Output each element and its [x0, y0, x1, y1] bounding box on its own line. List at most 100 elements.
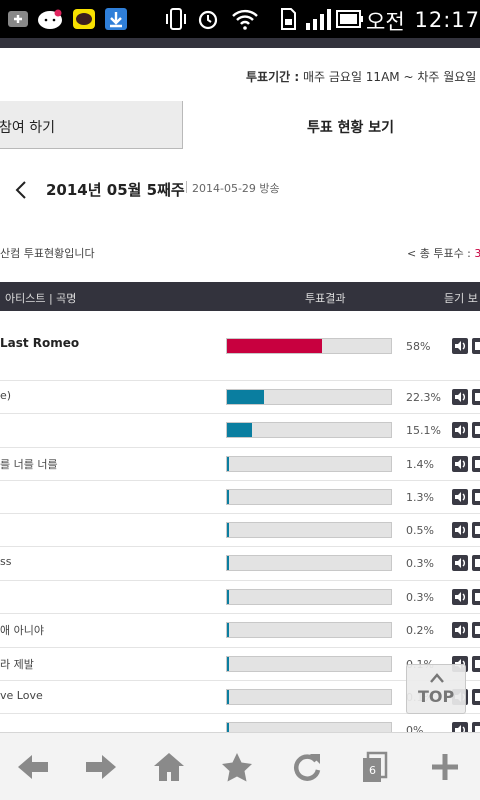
windows-icon[interactable]: 6 [358, 751, 392, 783]
listen-button[interactable] [452, 589, 468, 605]
vote-row: ss 0.3% [0, 547, 480, 581]
total-votes-label: < 총 투표수 : [407, 247, 471, 260]
vote-progress-fill [227, 590, 229, 604]
vote-row: e) 22.3% [0, 381, 480, 414]
song-title: 애 아니야 [0, 624, 44, 637]
vote-progress-bar [226, 389, 392, 405]
vote-percent: 0.3% [406, 557, 434, 570]
vote-percent: 1.4% [406, 458, 434, 471]
song-title: 를 너를 너를 [0, 458, 58, 471]
vote-progress-fill [227, 423, 252, 437]
add-tab-icon[interactable] [428, 751, 462, 783]
video-button[interactable] [472, 522, 480, 538]
vote-intro-text: 산컴 투표현황입니다 [0, 247, 95, 260]
video-button[interactable] [472, 622, 480, 638]
video-button[interactable] [472, 338, 480, 354]
video-icon [475, 393, 480, 401]
vote-percent: 0.5% [406, 524, 434, 537]
header-bar [0, 38, 480, 48]
song-title: ve Love [0, 689, 43, 702]
table-header: 아티스트 | 곡명 투표결과 듣기 보 [0, 282, 480, 311]
vote-row: 1.3% [0, 481, 480, 514]
vote-percent: 58% [406, 340, 431, 353]
status-bar: 오전 12:17 [0, 0, 480, 38]
tab-vote-status-label: 투표 현황 보기 [307, 120, 395, 136]
speaker-icon [455, 459, 465, 469]
total-votes: < 총 투표수 : 3 [407, 245, 480, 261]
video-icon [475, 693, 480, 701]
listen-button[interactable] [452, 622, 468, 638]
vote-progress-bar [226, 422, 392, 438]
chevron-left-icon[interactable] [14, 180, 28, 200]
vote-progress-bar [226, 338, 392, 354]
video-button[interactable] [472, 656, 480, 672]
signal-icon [306, 9, 331, 30]
video-button[interactable] [472, 456, 480, 472]
vote-progress-fill [227, 339, 323, 353]
vote-period-label: 투표기간 : [246, 70, 300, 84]
wifi-icon [232, 9, 258, 30]
video-icon [475, 559, 480, 567]
kakaotalk-icon [73, 9, 95, 29]
vote-progress-bar [226, 622, 392, 638]
video-button[interactable] [472, 689, 480, 705]
vote-progress-fill [227, 623, 229, 637]
song-title: Last Romeo [0, 336, 80, 350]
speaker-icon [455, 392, 465, 402]
sd-card-icon [281, 8, 296, 30]
vote-progress-bar [226, 522, 392, 538]
status-ampm: 오전 [366, 10, 405, 34]
vote-progress-bar [226, 456, 392, 472]
video-button[interactable] [472, 389, 480, 405]
tab-participate[interactable]: 참여 하기 [0, 101, 183, 149]
listen-button[interactable] [452, 422, 468, 438]
home-icon[interactable] [152, 751, 186, 783]
vote-row: 애 아니야 0.2% [0, 614, 480, 648]
video-button[interactable] [472, 589, 480, 605]
video-button[interactable] [472, 422, 480, 438]
week-title: 2014년 05월 5째주 [46, 181, 185, 199]
status-time: 12:17 [414, 8, 480, 32]
video-button[interactable] [472, 489, 480, 505]
tab-participate-label: 참여 하기 [0, 120, 55, 136]
vote-progress-fill [227, 457, 230, 471]
vote-progress-fill [227, 690, 229, 704]
column-header-listen: 듣기 보 [444, 292, 478, 305]
vote-progress-bar [226, 589, 392, 605]
listen-button[interactable] [452, 555, 468, 571]
speaker-icon [455, 341, 465, 351]
song-title: ss [0, 555, 12, 568]
refresh-icon[interactable] [290, 751, 324, 783]
vote-percent: 0.3% [406, 591, 434, 604]
speaker-icon [455, 492, 465, 502]
browser-toolbar: 6 [0, 732, 480, 800]
video-icon [475, 593, 480, 601]
bookmark-star-icon[interactable] [220, 751, 254, 783]
back-arrow-icon[interactable] [16, 751, 50, 783]
forward-arrow-icon[interactable] [84, 751, 118, 783]
battery-icon [336, 10, 363, 28]
hello-kitty-icon [38, 9, 62, 29]
vote-period-value: 매주 금요일 11AM ~ 차주 월요일 [302, 70, 477, 84]
column-header-result: 투표결과 [305, 292, 346, 305]
scroll-top-button[interactable]: TOP [406, 664, 466, 714]
vote-period: 투표기간 : 매주 금요일 11AM ~ 차주 월요일 [246, 68, 476, 85]
video-icon [475, 342, 480, 350]
alarm-icon [198, 10, 218, 30]
listen-button[interactable] [452, 522, 468, 538]
song-title: e) [0, 389, 12, 402]
vote-row: Last Romeo 58% [0, 311, 480, 381]
tab-vote-status[interactable]: 투표 현황 보기 [183, 101, 480, 149]
broadcast-date: 2014-05-29 방송 [192, 182, 280, 195]
listen-button[interactable] [452, 389, 468, 405]
listen-button[interactable] [452, 489, 468, 505]
speaker-icon [455, 625, 465, 635]
listen-button[interactable] [452, 338, 468, 354]
window-count: 6 [369, 764, 376, 777]
video-button[interactable] [472, 555, 480, 571]
vote-row: 15.1% [0, 414, 480, 448]
vote-percent: 15.1% [406, 424, 441, 437]
video-icon [475, 626, 480, 634]
speaker-icon [455, 592, 465, 602]
listen-button[interactable] [452, 456, 468, 472]
